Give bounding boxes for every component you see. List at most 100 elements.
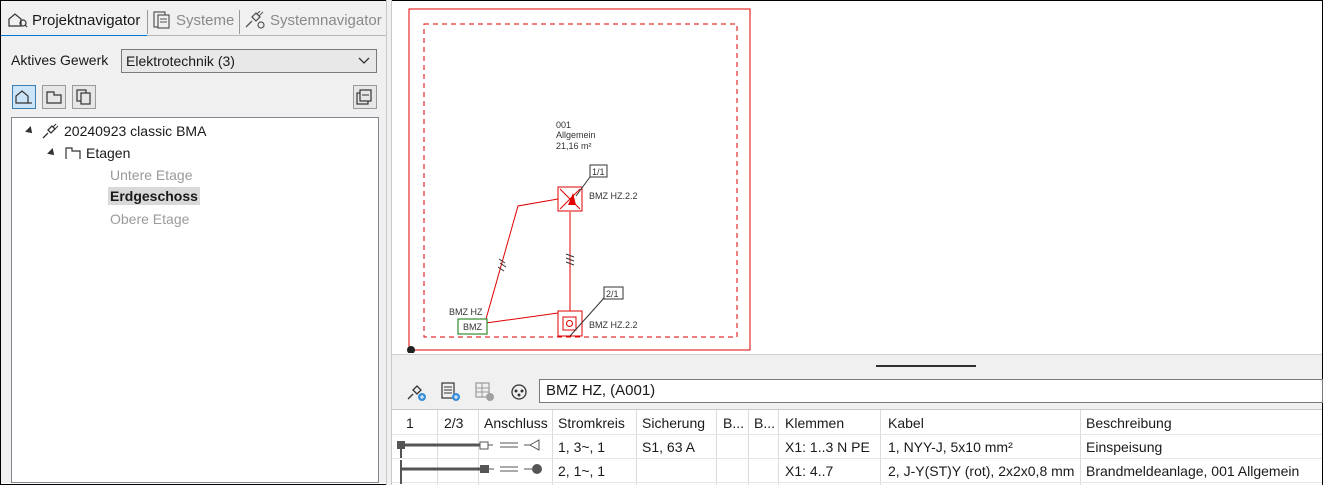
column-header-b1[interactable]: B... (723, 415, 744, 431)
floor-plan-canvas[interactable]: 001 Allgemein 21,16 m² 1/1 BMZ HZ.2.2 2/… (391, 0, 1323, 354)
device-1-label: BMZ HZ.2.2 (589, 191, 638, 201)
splitter-grip[interactable] (876, 365, 976, 367)
origin-point (407, 346, 415, 354)
column-header-anschluss[interactable]: Anschluss (484, 415, 548, 431)
table-add-icon (475, 382, 494, 401)
connection-table: 1 2/3 Anschluss Stromkreis Sicherung B..… (392, 409, 1322, 485)
cell-stromkreis[interactable]: 2, 1~, 1 (558, 463, 605, 479)
cell-beschreibung[interactable]: Brandmeldeanlage, 001 Allgemein (1086, 463, 1299, 479)
cell-beschreibung[interactable]: Einspeisung (1086, 439, 1162, 455)
add-list-button[interactable] (440, 381, 462, 403)
cell-stromkreis[interactable]: 1, 3~, 1 (558, 439, 605, 455)
column-divider (636, 410, 637, 485)
connection-row-2-diagram[interactable] (396, 460, 556, 484)
tree-node-floor-selected[interactable]: Erdgeschoss (108, 186, 200, 206)
connector-view-button[interactable] (508, 381, 530, 403)
column-header-1[interactable]: 1 (406, 415, 414, 431)
tree-node-project[interactable]: 20240923 classic BMA (25, 121, 207, 141)
tree-node-etagen[interactable]: Etagen (47, 143, 131, 163)
floor-label: Obere Etage (110, 211, 190, 227)
detector-2-box[interactable] (557, 310, 583, 337)
project-navigator-icon (8, 13, 28, 28)
view-building-button[interactable] (12, 85, 36, 109)
connection-title: BMZ HZ, (A001) (539, 379, 1323, 403)
tag-1-text: 1/1 (592, 167, 605, 177)
tab-divider (239, 10, 240, 34)
chevron-down-icon (358, 57, 370, 64)
device-2-label: BMZ HZ.2.2 (589, 320, 638, 330)
column-header-sicherung[interactable]: Sicherung (642, 415, 705, 431)
gewerk-select[interactable]: Elektrotechnik (3) (121, 49, 377, 73)
bmz-box-text: BMZ (463, 322, 483, 332)
tab-systeme[interactable]: Systeme (152, 9, 234, 31)
add-table-button[interactable] (474, 381, 496, 403)
tree-node-floor[interactable]: Untere Etage (110, 165, 193, 185)
cell-klemmen[interactable]: X1: 4..7 (785, 463, 833, 479)
connection-panel: BMZ HZ, (A001) 1 2/3 Anschluss Stromkrei… (392, 376, 1323, 485)
column-header-b2[interactable]: B... (754, 415, 775, 431)
project-plug-icon (42, 123, 59, 139)
connector-icon (511, 384, 527, 400)
etagen-label: Etagen (86, 145, 131, 161)
column-divider (1080, 410, 1081, 485)
detector-symbol-icon (532, 464, 542, 474)
sheets-icon (76, 89, 91, 105)
building-icon (15, 90, 32, 104)
plug-icon (480, 465, 489, 473)
row-divider (392, 434, 1322, 435)
room-icon (46, 91, 62, 104)
systems-icon (153, 11, 170, 29)
bmz-label: BMZ HZ (449, 307, 483, 317)
gewerk-value: Elektrotechnik (3) (126, 53, 235, 69)
column-divider (748, 410, 749, 485)
detector-2-symbol (566, 320, 573, 327)
feed-symbol-icon (528, 439, 540, 451)
column-divider (778, 410, 779, 485)
collapse-all-button[interactable] (353, 85, 377, 109)
row-divider (392, 458, 1322, 459)
view-sheets-button[interactable] (72, 85, 96, 109)
add-connection-button[interactable] (406, 381, 428, 403)
column-header-2-3[interactable]: 2/3 (444, 415, 463, 431)
tab-baseline (147, 35, 386, 36)
column-divider (880, 410, 881, 485)
tab-label: Systemnavigator (270, 11, 382, 29)
system-navigator-icon (245, 11, 265, 29)
floor-plan-drawing: 001 Allgemein 21,16 m² 1/1 BMZ HZ.2.2 2/… (391, 0, 1323, 354)
floor-label: Untere Etage (110, 167, 193, 183)
room-inner-dashed (423, 23, 738, 338)
tree-node-floor[interactable]: Obere Etage (110, 209, 189, 229)
view-rooms-button[interactable] (42, 85, 66, 109)
column-header-stromkreis[interactable]: Stromkreis (558, 415, 625, 431)
cell-kabel[interactable]: 2, J-Y(ST)Y (rot), 2x2x0,8 mm (888, 463, 1074, 479)
gewerk-label: Aktives Gewerk (11, 52, 109, 68)
project-name: 20240923 classic BMA (64, 123, 207, 139)
active-tab-indicator (1, 35, 147, 36)
room-outline (408, 8, 751, 351)
tab-systemnavigator[interactable]: Systemnavigator (244, 9, 382, 31)
terminal-icon (397, 441, 405, 449)
tab-label: Projektnavigator (32, 11, 141, 29)
column-header-klemmen[interactable]: Klemmen (785, 415, 844, 431)
navigator-panel: Projektnavigator Systeme Systemnavigator… (1, 1, 386, 483)
tab-projektnavigator[interactable]: Projektnavigator (8, 9, 140, 31)
cell-sicherung[interactable]: S1, 63 A (642, 439, 695, 455)
collapse-icon (356, 89, 372, 105)
cell-klemmen[interactable]: X1: 1..3 N PE (785, 439, 870, 455)
column-header-kabel[interactable]: Kabel (888, 415, 924, 431)
column-header-beschreibung[interactable]: Beschreibung (1086, 415, 1172, 431)
cell-kabel[interactable]: 1, NYY-J, 5x10 mm² (888, 439, 1013, 455)
cable-line[interactable] (485, 312, 559, 324)
project-tree: 20240923 classic BMA Etagen Untere Etage… (11, 117, 379, 483)
cable-line[interactable] (485, 198, 559, 320)
connection-row-1-diagram[interactable] (396, 436, 556, 458)
tab-label: Systeme (176, 11, 235, 29)
horizontal-splitter[interactable] (392, 354, 1322, 377)
column-divider (716, 410, 717, 485)
expand-triangle-icon[interactable] (47, 148, 57, 158)
expand-triangle-icon[interactable] (25, 126, 35, 136)
floor-label: Erdgeschoss (108, 187, 200, 205)
plug-icon (479, 441, 489, 450)
room-name: Allgemein (556, 130, 596, 140)
navigator-tabs: Projektnavigator Systeme Systemnavigator (1, 1, 386, 37)
